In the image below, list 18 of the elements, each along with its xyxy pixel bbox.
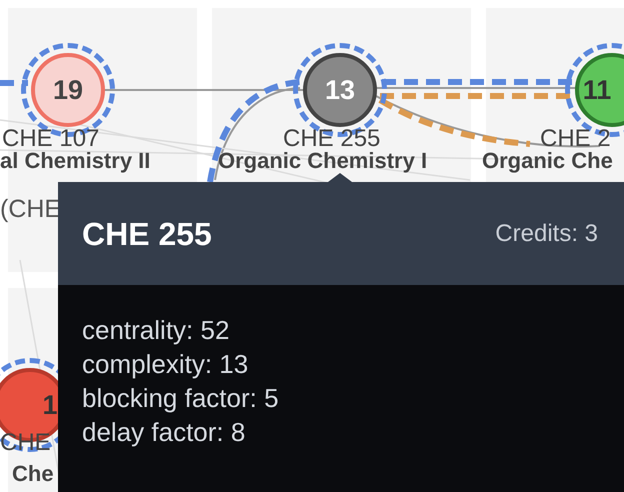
course-code: CHE 255 — [283, 126, 380, 152]
tooltip-title: CHE 255 — [82, 214, 212, 254]
course-name: Che — [12, 463, 54, 485]
metric-text: delay factor: 8 — [82, 416, 246, 449]
complexity-value: 13 — [324, 74, 356, 107]
course-code: CHE 2 — [540, 126, 611, 152]
complexity-value: 1 — [42, 388, 58, 422]
metric-text: complexity: 13 — [82, 348, 250, 381]
course-name: al Chemistry II — [0, 150, 150, 172]
credits-text: Credits: 3 — [495, 218, 598, 248]
metric-text: centrality: 52 — [82, 314, 230, 347]
complexity-value: 11 — [582, 74, 612, 107]
course-code: CHE 107 — [2, 126, 100, 152]
course-name: Organic Che — [482, 150, 613, 172]
course-prereq: (CHE — [0, 194, 62, 225]
metric-text: blocking factor: 5 — [82, 382, 280, 415]
complexity-value: 19 — [52, 74, 84, 107]
course-name: Organic Chemistry I — [218, 150, 428, 172]
